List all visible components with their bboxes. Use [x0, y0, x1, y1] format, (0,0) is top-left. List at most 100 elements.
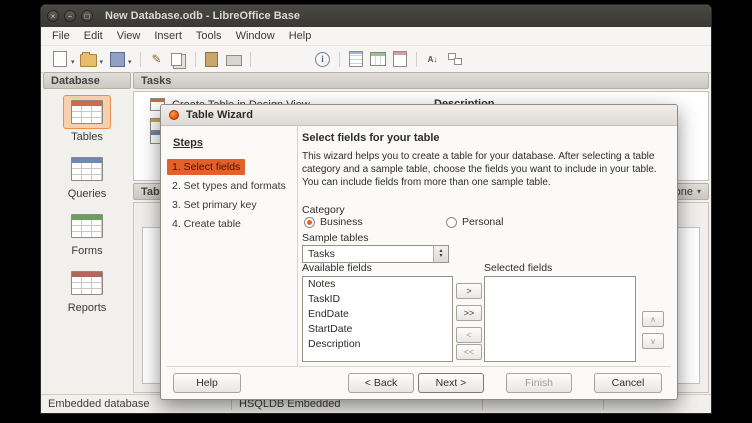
radio-business-label: Business [320, 216, 363, 228]
maximize-icon[interactable]: □ [81, 10, 93, 22]
finish-button[interactable]: Finish [506, 373, 572, 393]
toolbar-separator [250, 52, 251, 67]
sidebar-item-label: Forms [71, 245, 102, 257]
combobox-value: Tasks [303, 248, 433, 260]
radio-personal-label: Personal [462, 216, 503, 228]
new-document-icon[interactable] [51, 50, 69, 68]
sidebar-item-label: Tables [71, 131, 103, 143]
wizard-intro-text: This wizard helps you to create a table … [302, 150, 674, 189]
dropdown-caret-icon[interactable]: ▾ [100, 58, 104, 66]
menu-file[interactable]: File [45, 29, 77, 43]
dialog-separator [167, 366, 671, 367]
dialog-title: Table Wizard [186, 109, 253, 121]
chevron-down-icon: ▾ [697, 187, 701, 196]
add-all-fields-button[interactable]: >> [456, 305, 482, 321]
titlebar: × − □ New Database.odb - LibreOffice Bas… [41, 5, 711, 27]
step-set-primary-key[interactable]: 3. Set primary key [167, 197, 262, 213]
available-fields-listbox[interactable]: Notes TaskID EndDate StartDate Descripti… [302, 276, 453, 362]
tasks-header-title: Tasks [141, 75, 171, 87]
database-pane-header: Database [43, 72, 131, 89]
print-icon[interactable] [225, 50, 243, 68]
list-item[interactable]: Description [303, 337, 452, 352]
radio-button-icon [446, 217, 457, 228]
move-up-button[interactable]: ∧ [642, 311, 664, 327]
available-fields-label: Available fields [302, 262, 372, 274]
spinner-arrows-icon[interactable]: ▴▾ [433, 246, 448, 262]
window-title: New Database.odb - LibreOffice Base [105, 10, 300, 22]
steps-title: Steps [173, 137, 297, 149]
edit-icon[interactable] [148, 50, 166, 68]
reports-icon [63, 266, 111, 300]
menu-window[interactable]: Window [229, 29, 282, 43]
tasks-header: Tasks [133, 72, 709, 89]
move-down-button[interactable]: ∨ [642, 333, 664, 349]
base-app-icon [169, 110, 179, 120]
menu-edit[interactable]: Edit [77, 29, 110, 43]
form-icon[interactable] [347, 50, 365, 68]
help-button[interactable]: Help [173, 373, 241, 393]
selected-fields-label: Selected fields [484, 262, 552, 274]
close-icon[interactable]: × [47, 10, 59, 22]
database-pane-title: Database [51, 75, 100, 87]
wizard-steps-panel: Steps 1. Select fields 2. Set types and … [161, 125, 298, 366]
table-icon[interactable] [369, 50, 387, 68]
radio-personal[interactable]: Personal [446, 216, 503, 228]
sidebar-item-reports[interactable]: Reports [63, 266, 111, 314]
sidebar-item-tables[interactable]: Tables [63, 95, 111, 143]
paste-icon[interactable] [203, 50, 221, 68]
menu-insert[interactable]: Insert [147, 29, 189, 43]
selected-fields-listbox[interactable] [484, 276, 636, 362]
list-item[interactable]: StartDate [303, 322, 452, 337]
sample-tables-label: Sample tables [302, 232, 369, 244]
menu-tools[interactable]: Tools [189, 29, 229, 43]
toolbar-separator [339, 52, 340, 67]
table-wizard-dialog: Table Wizard Steps 1. Select fields 2. S… [160, 104, 678, 400]
step-set-types[interactable]: 2. Set types and formats [167, 178, 291, 194]
sidebar-item-queries[interactable]: Queries [63, 152, 111, 200]
wizard-content: Select fields for your table This wizard… [298, 125, 677, 366]
list-item[interactable]: TaskID [303, 292, 452, 307]
database-pane: Database Tables Queries Forms [43, 72, 131, 395]
info-icon[interactable] [314, 50, 332, 68]
next-button[interactable]: Next > [418, 373, 484, 393]
relationships-icon[interactable] [446, 50, 464, 68]
dropdown-caret-icon[interactable]: ▾ [71, 58, 75, 66]
toolbar: ▾ ▾ ▾ [41, 45, 711, 73]
queries-icon [63, 152, 111, 186]
step-select-fields[interactable]: 1. Select fields [167, 159, 245, 175]
list-item[interactable]: Notes [303, 277, 452, 292]
minimize-icon[interactable]: − [64, 10, 76, 22]
save-icon[interactable] [108, 50, 126, 68]
remove-all-fields-button[interactable]: << [456, 344, 482, 360]
sidebar-item-forms[interactable]: Forms [63, 209, 111, 257]
step-create-table[interactable]: 4. Create table [167, 216, 246, 232]
dialog-titlebar[interactable]: Table Wizard [161, 105, 677, 126]
cancel-button[interactable]: Cancel [594, 373, 662, 393]
toolbar-separator [416, 52, 417, 67]
toolbar-separator [140, 52, 141, 67]
toolbar-separator [195, 52, 196, 67]
radio-business[interactable]: Business [304, 216, 363, 228]
copy-icon[interactable] [170, 50, 188, 68]
category-label: Category [302, 204, 345, 216]
remove-field-button[interactable]: < [456, 327, 482, 343]
database-pane-items: Tables Queries Forms Reports [43, 89, 131, 314]
menu-help[interactable]: Help [282, 29, 319, 43]
page-title: Select fields for your table [302, 132, 440, 144]
list-item[interactable]: EndDate [303, 307, 452, 322]
sidebar-item-label: Queries [68, 188, 107, 200]
menu-view[interactable]: View [110, 29, 148, 43]
back-button[interactable]: < Back [348, 373, 414, 393]
open-icon[interactable] [80, 50, 98, 68]
sidebar-item-label: Reports [68, 302, 107, 314]
sort-ascending-icon[interactable] [424, 50, 442, 68]
screen-letterbox: × − □ New Database.odb - LibreOffice Bas… [0, 0, 752, 423]
report-icon[interactable] [391, 50, 409, 68]
window-controls: × − □ [47, 10, 93, 22]
dropdown-caret-icon[interactable]: ▾ [128, 58, 132, 66]
sample-tables-combobox[interactable]: Tasks ▴▾ [302, 245, 449, 263]
add-field-button[interactable]: > [456, 283, 482, 299]
menubar: File Edit View Insert Tools Window Help [41, 27, 711, 45]
forms-icon [63, 209, 111, 243]
tables-icon [63, 95, 111, 129]
